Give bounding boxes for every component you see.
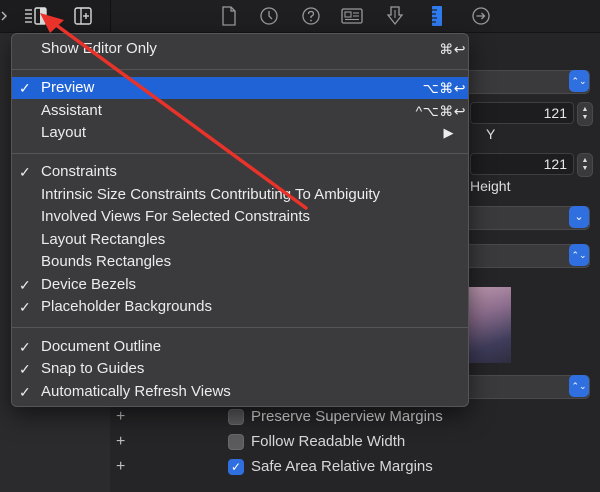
follow-readable-width-checkbox[interactable] [228,434,244,450]
checkmark-icon: ✓ [19,339,31,355]
file-icon[interactable] [218,6,240,26]
preserve-superview-margins-checkbox[interactable] [228,409,244,425]
menu-item-document-outline[interactable]: ✓ Document Outline [12,336,468,358]
menu-separator [12,153,468,154]
checkmark-icon: ✓ [19,80,31,96]
menu-item-shortcut: ⌘↩ [439,41,466,57]
inspector-popup-1[interactable]: ⌃⌄ [460,70,590,94]
menu-item-bounds-rectangles[interactable]: Bounds Rectangles [12,251,468,273]
menu-item-show-editor-only[interactable]: Show Editor Only ⌘↩ [12,38,468,60]
x-position-field[interactable]: 121 [470,102,574,124]
menu-item-layout[interactable]: Layout ▶ [12,122,468,144]
menu-item-shortcut: ⌥⌘↩ [422,80,466,96]
identity-icon[interactable] [341,6,363,26]
inspector-popup-4[interactable]: ⌃⌄ [460,375,590,399]
editor-toolbar [0,0,600,33]
menu-item-label: Involved Views For Selected Constraints [41,208,311,225]
menu-item-label: Preview [41,79,95,96]
menu-item-label: Device Bezels [41,276,137,293]
popup-arrow-icon: ⌃⌄ [569,244,589,266]
width-field[interactable]: 121 [470,153,574,175]
menu-item-label: Layout Rectangles [41,231,166,248]
safe-area-relative-margins-checkbox[interactable]: ✓ [228,459,244,475]
checkbox-label: Preserve Superview Margins [251,408,443,425]
menu-item-device-bezels[interactable]: ✓ Device Bezels [12,274,468,296]
menu-item-automatically-refresh-views[interactable]: ✓ Automatically Refresh Views [12,381,468,403]
checkmark-icon: ✓ [230,460,242,474]
menu-item-label: Layout [41,124,87,141]
editor-options-icon[interactable] [22,5,50,27]
menu-item-intrinsic-size-constraints[interactable]: Intrinsic Size Constraints Contributing … [12,184,468,206]
menu-item-preview[interactable]: ✓ Preview ⌥⌘↩ [12,77,468,99]
x-stepper[interactable]: ▲ ▼ [577,102,593,126]
menu-item-layout-rectangles[interactable]: Layout Rectangles [12,229,468,251]
history-icon[interactable] [258,6,280,26]
menu-item-label: Automatically Refresh Views [41,383,231,400]
add-variation-icon[interactable]: + [116,458,125,476]
add-variation-icon[interactable]: + [116,433,125,451]
menu-item-snap-to-guides[interactable]: ✓ Snap to Guides [12,358,468,380]
menu-item-involved-views[interactable]: Involved Views For Selected Constraints [12,206,468,228]
inspector-popup-3[interactable]: ⌃⌄ [460,244,590,268]
menu-separator [12,69,468,70]
checkbox-label: Safe Area Relative Margins [251,458,433,475]
chevron-down-icon: ⌄ [569,206,589,228]
popup-arrow-icon: ⌃⌄ [569,70,589,92]
menu-item-assistant[interactable]: Assistant ^⌥⌘↩ [12,100,468,122]
menu-item-label: Intrinsic Size Constraints Contributing … [41,186,381,203]
menu-item-placeholder-backgrounds[interactable]: ✓ Placeholder Backgrounds [12,296,468,318]
submenu-arrow-icon: ▶ [443,125,454,140]
menu-separator [12,327,468,328]
menu-item-label: Placeholder Backgrounds [41,298,212,315]
height-label: Height [470,178,511,194]
connections-icon[interactable] [470,6,492,26]
add-editor-icon[interactable] [72,5,94,27]
menu-item-constraints[interactable]: ✓ Constraints [12,161,468,183]
chevron-right-icon[interactable] [0,5,8,27]
checkmark-icon: ✓ [19,384,31,400]
menu-item-label: Snap to Guides [41,360,145,377]
inspector-popup-2[interactable]: ⌄ [460,206,590,230]
attributes-icon[interactable] [384,6,406,26]
menu-item-shortcut: ^⌥⌘↩ [415,103,466,119]
add-variation-icon[interactable]: + [116,408,125,426]
checkmark-icon: ✓ [19,361,31,377]
y-label: Y [486,126,496,142]
help-icon[interactable] [300,6,322,26]
menu-item-label: Show Editor Only [41,40,157,57]
menu-item-label: Bounds Rectangles [41,253,172,270]
size-ruler-icon[interactable] [426,6,448,26]
popup-arrow-icon: ⌃⌄ [569,375,589,397]
checkmark-icon: ✓ [19,164,31,180]
checkmark-icon: ✓ [19,277,31,293]
editor-controls [0,0,111,32]
checkbox-label: Follow Readable Width [251,433,406,450]
checkmark-icon: ✓ [19,299,31,315]
editor-options-menu: Show Editor Only ⌘↩ ✓ Preview ⌥⌘↩ Assist… [11,33,469,407]
menu-item-label: Document Outline [41,338,162,355]
menu-item-label: Assistant [41,102,102,119]
menu-item-label: Constraints [41,163,117,180]
width-stepper[interactable]: ▲ ▼ [577,153,593,177]
